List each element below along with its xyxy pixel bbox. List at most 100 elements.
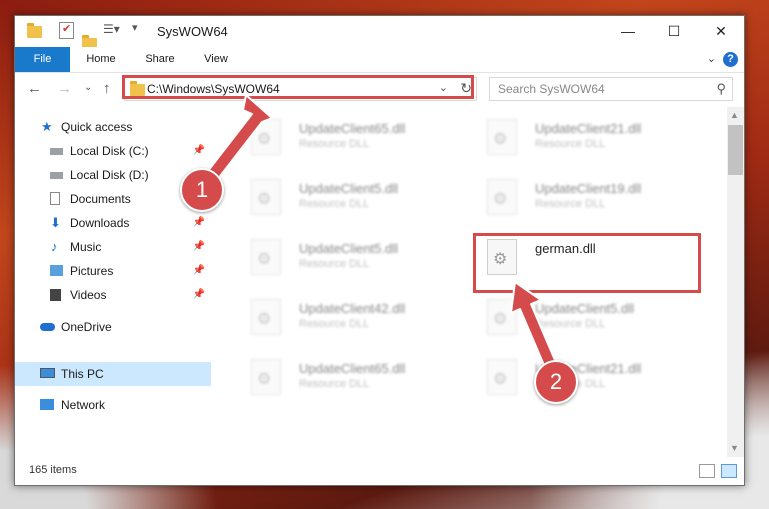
file-item[interactable]: UpdateClient65.dll Resource DLL [239, 351, 449, 401]
tab-view[interactable]: View [195, 47, 237, 72]
file-name: UpdateClient21.dll [535, 121, 642, 136]
music-icon: ♪ [51, 239, 58, 254]
file-name: UpdateClient5.dll [299, 241, 399, 256]
chevron-down-icon[interactable]: ⌄ [707, 52, 716, 65]
large-icons-view-icon[interactable] [721, 464, 737, 478]
file-item[interactable]: UpdateClient5.dll Resource DLL [475, 291, 685, 341]
pin-icon[interactable]: 📌 [193, 211, 205, 235]
sidebar-item-quick-access[interactable]: ★ Quick access [15, 115, 211, 139]
download-icon: ⬇ [50, 215, 61, 230]
address-bar[interactable]: C:\Windows\SysWOW64 ⌄ ↻ [124, 77, 477, 101]
title-bar: ✔ ☰▾ ▾ SysWOW64 — ☐ ✕ [15, 16, 744, 50]
file-name: UpdateClient19.dll [535, 181, 642, 196]
sidebar-item-label: Local Disk (C:) [70, 144, 149, 158]
recent-locations-icon[interactable]: ⌄ [84, 82, 92, 93]
drive-icon [50, 148, 63, 155]
sidebar-item-videos[interactable]: Videos 📌 [15, 283, 211, 307]
dll-file-icon [251, 179, 281, 215]
file-type: Resource DLL [535, 198, 606, 210]
sidebar-item-label: Quick access [61, 120, 133, 134]
network-icon [40, 399, 54, 410]
file-type: Resource DLL [299, 198, 370, 210]
tab-share[interactable]: Share [137, 47, 183, 72]
pin-icon[interactable]: 📌 [193, 235, 205, 259]
refresh-icon[interactable]: ↻ [460, 80, 472, 97]
file-item[interactable]: UpdateClient19.dll Resource DLL [475, 171, 685, 221]
status-bar: 165 items [15, 457, 744, 485]
dll-file-icon [487, 179, 517, 215]
tab-file[interactable]: File [15, 47, 70, 72]
drive-icon [50, 172, 63, 179]
file-item[interactable]: UpdateClient5.dll Resource DLL [239, 231, 449, 281]
back-arrow-icon[interactable]: ← [27, 80, 42, 97]
sidebar-item-pictures[interactable]: Pictures 📌 [15, 259, 211, 283]
dll-file-icon [487, 119, 517, 155]
pin-icon[interactable]: 📌 [193, 139, 205, 163]
pin-icon[interactable]: 📌 [193, 259, 205, 283]
close-button[interactable]: ✕ [698, 16, 744, 47]
computer-icon [40, 368, 55, 378]
file-type: Resource DLL [535, 138, 606, 150]
minimize-button[interactable]: — [605, 16, 651, 47]
navigation-pane: ★ Quick access Local Disk (C:) 📌 Local D… [15, 107, 211, 457]
file-explorer-window: ✔ ☰▾ ▾ SysWOW64 — ☐ ✕ File Home Share Vi… [14, 15, 745, 486]
file-name: UpdateClient65.dll [299, 121, 406, 136]
maximize-button[interactable]: ☐ [651, 16, 697, 47]
chevron-down-icon[interactable]: ⌄ [439, 81, 448, 94]
videos-icon [50, 289, 61, 301]
sidebar-item-label: OneDrive [61, 320, 112, 334]
sidebar-item-label: Pictures [70, 264, 114, 278]
folder-icon [27, 23, 42, 38]
sidebar-item-label: This PC [61, 367, 104, 381]
file-item[interactable]: UpdateClient21.dll Resource DLL [475, 351, 685, 401]
file-name: UpdateClient5.dll [299, 181, 399, 196]
search-placeholder: Search SysWOW64 [498, 82, 605, 96]
sidebar-item-this-pc[interactable]: This PC [15, 362, 211, 386]
sidebar-item-downloads[interactable]: ⬇ Downloads 📌 [15, 211, 211, 235]
cloud-icon [40, 323, 55, 331]
dll-file-icon [487, 299, 517, 335]
up-arrow-icon[interactable]: ↑ [103, 80, 111, 97]
details-view-icon[interactable] [699, 464, 715, 478]
address-path: C:\Windows\SysWOW64 [147, 82, 280, 96]
sidebar-item-local-disk-c[interactable]: Local Disk (C:) 📌 [15, 139, 211, 163]
forward-arrow-icon[interactable]: → [57, 80, 72, 97]
vertical-scrollbar[interactable]: ▲ ▼ [727, 107, 744, 457]
file-item[interactable]: UpdateClient21.dll Resource DLL [475, 111, 685, 161]
callout-badge-2: 2 [534, 360, 578, 404]
sidebar-item-network[interactable]: Network [15, 393, 211, 417]
file-name: UpdateClient5.dll [535, 301, 635, 316]
customize-toolbar-icon[interactable]: ▾ [132, 21, 138, 34]
scroll-up-icon[interactable]: ▲ [730, 110, 739, 120]
file-highlight-box [473, 233, 701, 293]
dll-file-icon [251, 359, 281, 395]
properties-icon[interactable]: ✔ [59, 22, 74, 39]
sidebar-item-label: Videos [70, 288, 107, 302]
pictures-icon [50, 265, 63, 276]
sidebar-item-music[interactable]: ♪ Music 📌 [15, 235, 211, 259]
dll-file-icon [251, 299, 281, 335]
dll-file-icon [251, 119, 281, 155]
sidebar-item-label: Local Disk (D:) [70, 168, 149, 182]
pin-icon[interactable]: 📌 [193, 283, 205, 307]
file-item[interactable]: UpdateClient42.dll Resource DLL [239, 291, 449, 341]
scroll-down-icon[interactable]: ▼ [730, 443, 739, 453]
sidebar-item-label: Downloads [70, 216, 130, 230]
file-type: Resource DLL [299, 138, 370, 150]
file-item[interactable]: UpdateClient5.dll Resource DLL [239, 171, 449, 221]
item-count: 165 items [29, 464, 77, 476]
help-icon[interactable]: ? [723, 52, 738, 67]
folder-icon [130, 81, 145, 96]
file-type: Resource DLL [299, 258, 370, 270]
search-input[interactable]: Search SysWOW64 ⚲ [489, 77, 733, 101]
file-type: Resource DLL [299, 318, 370, 330]
scrollbar-thumb[interactable] [728, 125, 743, 175]
file-item[interactable]: UpdateClient65.dll Resource DLL [239, 111, 449, 161]
quick-access-toolbar-icon[interactable]: ☰▾ [103, 22, 120, 36]
window-title: SysWOW64 [157, 24, 228, 39]
tab-home[interactable]: Home [78, 47, 124, 72]
file-name: UpdateClient65.dll [299, 361, 406, 376]
ribbon-tabs: File Home Share View ⌄ ? [15, 47, 744, 73]
file-type: Resource DLL [535, 318, 606, 330]
sidebar-item-onedrive[interactable]: OneDrive [15, 315, 211, 339]
